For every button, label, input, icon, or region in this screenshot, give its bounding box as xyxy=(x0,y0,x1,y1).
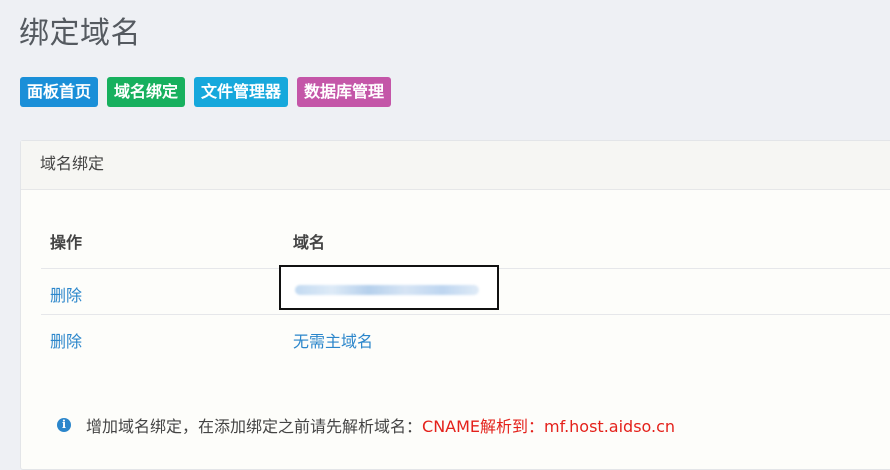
blurred-domain-text xyxy=(295,285,479,295)
table-header: 操作 域名 xyxy=(41,219,890,269)
panel-heading: 域名绑定 xyxy=(21,141,890,190)
nav-buttons: 面板首页 域名绑定 文件管理器 数据库管理 xyxy=(20,77,400,107)
domain-binding-panel: 域名绑定 操作 域名 删除 删除 无需主域名 i 增加域名绑定，在添加绑定之前请… xyxy=(20,140,890,470)
column-header-action: 操作 xyxy=(50,233,83,252)
page-title: 绑定域名 xyxy=(19,16,141,51)
nav-button-file-manager[interactable]: 文件管理器 xyxy=(194,77,289,107)
redacted-domain xyxy=(279,265,499,310)
domain-table: 操作 域名 删除 删除 无需主域名 xyxy=(41,219,890,361)
table-row: 删除 xyxy=(41,265,890,315)
nav-button-database-manager[interactable]: 数据库管理 xyxy=(297,77,392,107)
nav-button-panel-home[interactable]: 面板首页 xyxy=(20,77,99,107)
domain-cell: 无需主域名 xyxy=(293,332,374,351)
delete-link[interactable]: 删除 xyxy=(50,282,82,306)
column-header-domain: 域名 xyxy=(293,233,326,252)
table-row: 删除 无需主域名 xyxy=(41,315,890,361)
binding-notice: i 增加域名绑定，在添加绑定之前请先解析域名： CNAME解析到：mf.host… xyxy=(57,413,675,437)
nav-button-domain-binding[interactable]: 域名绑定 xyxy=(107,77,186,107)
info-icon: i xyxy=(57,418,71,432)
cname-target: CNAME解析到：mf.host.aidso.cn xyxy=(422,417,676,436)
delete-link[interactable]: 删除 xyxy=(50,328,82,352)
notice-text: 增加域名绑定，在添加绑定之前请先解析域名： xyxy=(86,417,423,436)
